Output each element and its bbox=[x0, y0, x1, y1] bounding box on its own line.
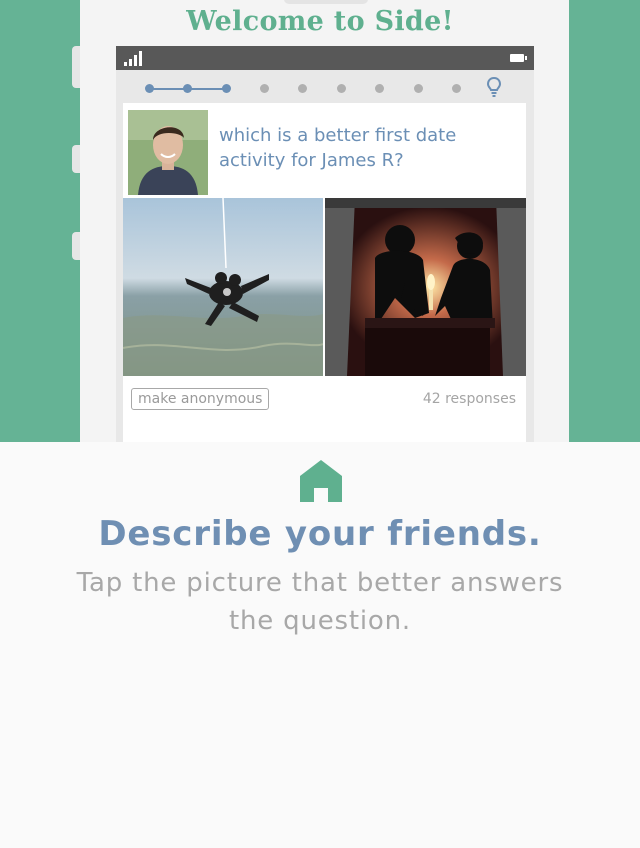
make-anonymous-button[interactable]: make anonymous bbox=[131, 388, 270, 410]
progress-dot bbox=[337, 84, 346, 93]
welcome-title: Welcome to Side! bbox=[186, 6, 454, 37]
progress-dot bbox=[414, 84, 423, 93]
skydiving-photo bbox=[123, 198, 323, 376]
progress-dot bbox=[452, 84, 461, 93]
signal-icon bbox=[124, 51, 144, 66]
option-dinner-date[interactable] bbox=[325, 198, 526, 376]
option-skydiving[interactable] bbox=[123, 198, 323, 376]
progress-dot bbox=[222, 84, 231, 93]
phone-speaker bbox=[284, 0, 368, 4]
progress-dot bbox=[375, 84, 384, 93]
progress-dot bbox=[145, 84, 154, 93]
home-icon bbox=[300, 460, 342, 502]
question-text: which is a better first date activity fo… bbox=[219, 125, 457, 171]
onboarding-headline: Describe your friends. bbox=[98, 514, 542, 554]
onboarding-subline: Tap the picture that better answers the … bbox=[76, 568, 564, 636]
candlelit-dinner-photo bbox=[325, 198, 526, 376]
hero-section: Welcome to Side! which is a better first… bbox=[0, 0, 640, 442]
responses-count: 42 responses bbox=[422, 391, 516, 407]
question-card: which is a better first date activity fo… bbox=[123, 103, 526, 442]
status-bar bbox=[116, 46, 534, 70]
lightbulb-icon bbox=[486, 76, 502, 97]
progress-dot bbox=[298, 84, 307, 93]
friend-avatar bbox=[128, 110, 208, 195]
progress-dot bbox=[260, 84, 269, 93]
onboarding-progress bbox=[116, 70, 534, 104]
progress-dot bbox=[183, 84, 192, 93]
battery-icon bbox=[510, 54, 527, 62]
